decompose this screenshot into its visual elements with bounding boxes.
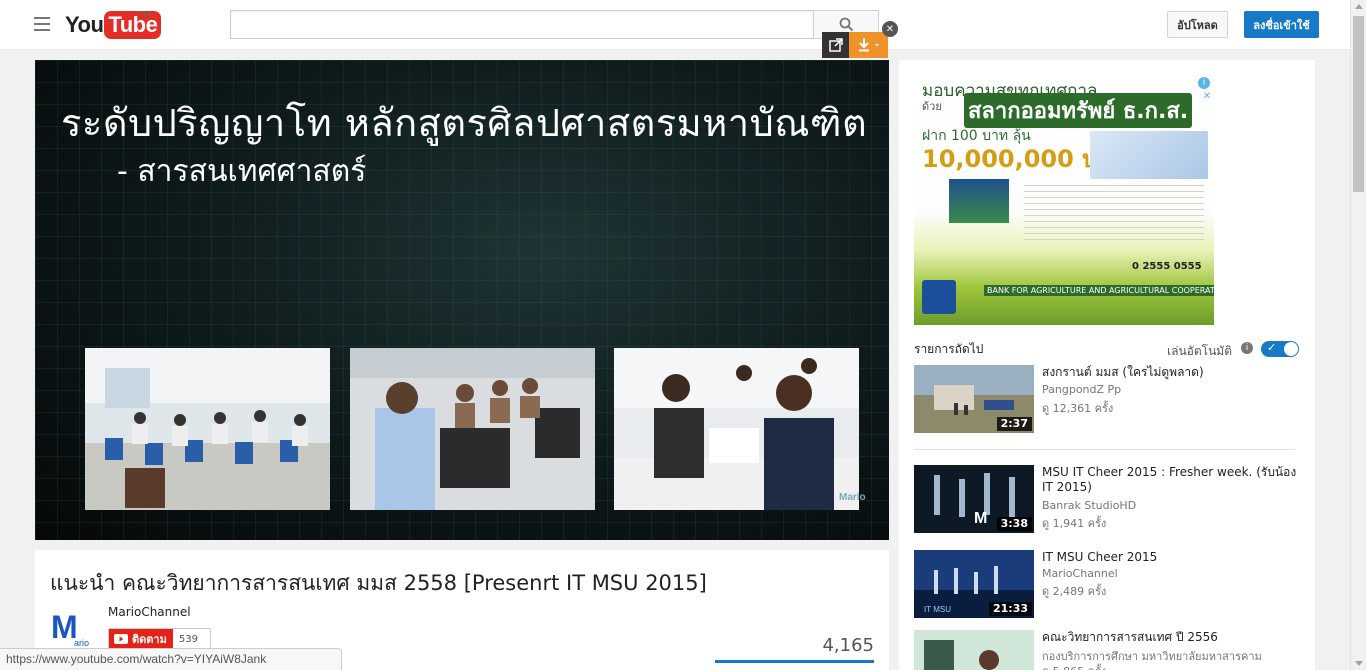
ad-close-icon[interactable]: ✕ bbox=[1202, 91, 1212, 102]
related-video-title[interactable]: IT MSU Cheer 2015 bbox=[1042, 550, 1302, 565]
video-duration: 3:38 bbox=[996, 517, 1032, 531]
signin-button[interactable]: ลงชื่อเข้าใช้ bbox=[1244, 11, 1319, 38]
related-video-title[interactable]: MSU IT Cheer 2015 : Fresher week. (รับน้… bbox=[1042, 465, 1302, 495]
related-video[interactable]: 2:37 สงกรานต์ มมส (ใครไม่ดูพลาด) Pangpon… bbox=[914, 365, 1304, 435]
scroll-down-arrow-icon[interactable] bbox=[1355, 661, 1363, 666]
video-thumbnail: 2:37 bbox=[914, 365, 1034, 433]
video-player[interactable]: ระดับปริญญาโท หลักสูตรศิลปศาสตรมหาบัณฑิต… bbox=[35, 60, 889, 540]
related-video[interactable]: M 3:38 MSU IT Cheer 2015 : Fresher week.… bbox=[914, 465, 1304, 535]
autoplay-toggle[interactable]: ✓ bbox=[1261, 341, 1299, 357]
svg-text:M: M bbox=[974, 510, 987, 527]
scrollbar-thumb[interactable] bbox=[1353, 16, 1364, 192]
subscribe-button[interactable]: ติดตาม 539 bbox=[108, 628, 211, 650]
ad-phone: 0 2555 0555 bbox=[1132, 261, 1202, 272]
upload-button[interactable]: อัปโหลด bbox=[1167, 11, 1228, 38]
masthead: You Tube TH อัปโหลด ลงชื่อเข้าใช้ bbox=[0, 0, 1350, 50]
advertisement-banner[interactable]: มอบความสุขทุกเทศกาล ด้วย สลากออมทรัพย์ ธ… bbox=[914, 75, 1214, 325]
autoplay-label: เล่นอัตโนมัติ bbox=[1167, 344, 1233, 358]
divider bbox=[914, 449, 1295, 450]
toggle-knob bbox=[1284, 342, 1298, 356]
svg-text:IT MSU: IT MSU bbox=[924, 605, 951, 614]
video-duration: 2:37 bbox=[996, 417, 1032, 431]
scroll-up-arrow-icon[interactable] bbox=[1355, 4, 1363, 9]
view-count: 4,165 bbox=[822, 635, 874, 656]
channel-avatar[interactable]: Mario bbox=[50, 608, 98, 648]
ad-lottery-image bbox=[949, 179, 1009, 223]
ad-brand: สลากออมทรัพย์ ธ.ก.ส. bbox=[964, 93, 1193, 128]
related-video-views: ดู 5,865 ครั้ง bbox=[1042, 662, 1106, 670]
youtube-play-icon bbox=[114, 634, 128, 644]
video-thumbnail bbox=[914, 630, 1034, 670]
classroom-photo bbox=[85, 348, 330, 510]
channel-watermark: Mario bbox=[839, 492, 866, 503]
bank-logo bbox=[922, 280, 956, 314]
browser-status-url: https://www.youtube.com/watch?v=YIYAiW8J… bbox=[0, 648, 342, 670]
guide-menu-icon[interactable] bbox=[34, 17, 50, 31]
video-duration: 21:33 bbox=[988, 602, 1032, 616]
sidebar: มอบความสุขทุกเทศกาล ด้วย สลากออมทรัพย์ ธ… bbox=[899, 60, 1315, 670]
subscribe-label: ติดตาม bbox=[132, 633, 167, 646]
up-next-label: รายการถัดไป bbox=[914, 342, 984, 356]
ad-people-image bbox=[1090, 131, 1208, 179]
info-icon[interactable]: i bbox=[1241, 342, 1253, 354]
country-code: TH bbox=[137, 10, 151, 21]
ad-prize-table bbox=[1024, 185, 1204, 245]
search-icon bbox=[839, 17, 853, 32]
students-photo bbox=[614, 348, 859, 510]
page-scrollbar[interactable] bbox=[1350, 0, 1366, 670]
related-video-views: ดู 2,489 ครั้ง bbox=[1042, 585, 1107, 598]
external-link-icon bbox=[828, 38, 843, 52]
search-input[interactable] bbox=[230, 10, 814, 39]
related-video-channel: Banrak StudioHD bbox=[1042, 499, 1137, 512]
download-icon bbox=[858, 38, 879, 52]
related-video-title[interactable]: คณะวิทยาการสารสนเทศ ปี 2556 bbox=[1042, 630, 1302, 645]
logo-you-text: You bbox=[65, 12, 104, 37]
download-button[interactable] bbox=[849, 32, 888, 58]
related-video-channel: PangpondZ Pp bbox=[1042, 383, 1122, 396]
related-video-views: ดู 12,361 ครั้ง bbox=[1042, 402, 1114, 415]
check-icon: ✓ bbox=[1267, 341, 1277, 354]
related-video-channel: MarioChannel bbox=[1042, 567, 1118, 580]
video-thumbnail: M 3:38 bbox=[914, 465, 1034, 533]
popout-button[interactable] bbox=[822, 32, 849, 58]
ad-bank-name: BANK FOR AGRICULTURE AND AGRICULTURAL CO… bbox=[984, 285, 1214, 296]
related-video-title[interactable]: สงกรานต์ มมส (ใครไม่ดูพลาด) bbox=[1042, 365, 1302, 380]
ad-with-text: ด้วย bbox=[922, 100, 942, 113]
channel-name[interactable]: MarioChannel bbox=[108, 605, 191, 619]
logo-tube-text: Tube bbox=[104, 11, 162, 39]
ad-info-icon[interactable]: i bbox=[1198, 77, 1210, 89]
related-video-views: ดู 1,941 ครั้ง bbox=[1042, 517, 1107, 530]
subscribe-label-area: ติดตาม bbox=[109, 629, 173, 649]
video-title: แนะนำ คณะวิทยาการสารสนเทศ มมส 2558 [Pres… bbox=[50, 571, 707, 595]
like-ratio-bar bbox=[715, 660, 874, 663]
subscriber-count: 539 bbox=[178, 633, 198, 645]
youtube-logo[interactable]: You Tube TH bbox=[65, 10, 162, 40]
computer-lab-photo bbox=[350, 348, 595, 510]
svg-text:ario: ario bbox=[74, 638, 89, 648]
related-video[interactable]: IT MSU 21:33 IT MSU Cheer 2015 MarioChan… bbox=[914, 550, 1304, 620]
slide-subtitle: - สารสนเทศศาสตร์ bbox=[117, 154, 367, 189]
video-thumbnail: IT MSU 21:33 bbox=[914, 550, 1034, 618]
related-video[interactable]: คณะวิทยาการสารสนเทศ ปี 2556 กองบริการการ… bbox=[914, 630, 1304, 670]
close-icon[interactable]: ✕ bbox=[882, 21, 898, 37]
slide-title: ระดับปริญญาโท หลักสูตรศิลปศาสตรมหาบัณฑิต bbox=[61, 101, 868, 145]
